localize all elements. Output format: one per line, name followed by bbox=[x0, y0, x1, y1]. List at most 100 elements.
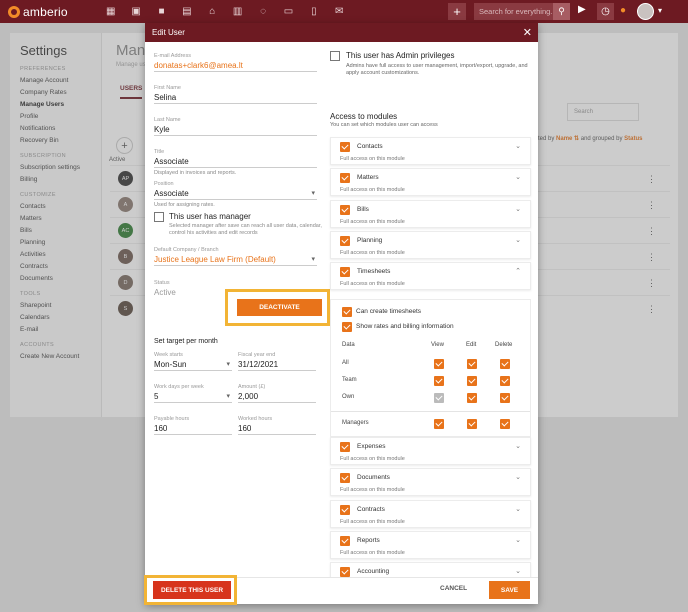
quick-add-button[interactable]: + bbox=[448, 3, 466, 20]
contacts-icon[interactable]: ▣ bbox=[123, 5, 148, 18]
cancel-button[interactable]: CANCEL bbox=[440, 585, 467, 592]
calendar-icon[interactable]: ▥ bbox=[225, 5, 250, 18]
company-value-box[interactable]: Justice League Law Firm (Default) ▾ bbox=[154, 253, 317, 266]
permission-checkbox[interactable] bbox=[434, 359, 444, 369]
module-checkbox[interactable] bbox=[340, 535, 350, 546]
title-field[interactable]: Title Associate Displayed in invoices an… bbox=[154, 149, 317, 176]
worked-hours-field[interactable]: Worked hours 160 bbox=[238, 416, 316, 435]
permission-checkbox[interactable] bbox=[500, 359, 510, 369]
chevron-down-icon[interactable]: ▾ bbox=[658, 6, 662, 15]
bell-icon[interactable]: ● bbox=[620, 5, 626, 16]
whatsapp-icon[interactable]: ◌ bbox=[250, 5, 275, 18]
payable-value[interactable]: 160 bbox=[154, 422, 232, 435]
admin-checkbox[interactable] bbox=[330, 51, 340, 61]
module-checkbox[interactable] bbox=[340, 473, 350, 484]
chevron-up-icon[interactable]: ⌃ bbox=[515, 267, 521, 275]
week-starts-box[interactable]: Mon-Sun ▾ bbox=[154, 358, 232, 371]
delete-user-button[interactable]: DELETE THIS USER bbox=[153, 581, 231, 599]
module-checkbox[interactable] bbox=[340, 267, 350, 278]
folder-icon[interactable]: ▭ bbox=[276, 5, 301, 18]
chevron-down-icon[interactable]: ⌄ bbox=[515, 473, 521, 481]
week-starts-select[interactable]: Week starts Mon-Sun ▾ bbox=[154, 352, 232, 371]
search-icon[interactable]: ⚲ bbox=[553, 3, 570, 20]
caret-down-icon[interactable]: ▾ bbox=[226, 360, 230, 368]
caret-down-icon[interactable]: ▾ bbox=[311, 189, 315, 197]
module-icon-bar: ▦ ▣ ■ ▤ ⌂ ▥ ◌ ▭ ▯ ✉ bbox=[98, 5, 352, 18]
first-name-field[interactable]: First Name Selina bbox=[154, 85, 317, 104]
user-avatar[interactable] bbox=[637, 3, 654, 20]
bank-icon[interactable]: ⌂ bbox=[200, 5, 225, 18]
module-card[interactable]: Planning Full access on this module ⌄ bbox=[330, 230, 531, 259]
fiscal-value[interactable]: 31/12/2021 bbox=[238, 358, 316, 371]
module-card[interactable]: Reports Full access on this module ⌄ bbox=[330, 530, 531, 559]
user-details-column: E-mail Address donatas+clark6@amea.lt Fi… bbox=[145, 42, 330, 577]
save-button[interactable]: SAVE bbox=[489, 581, 530, 599]
module-checkbox[interactable] bbox=[340, 504, 350, 515]
grid-icon[interactable]: ▦ bbox=[98, 5, 123, 18]
document-icon[interactable]: ▯ bbox=[301, 5, 326, 18]
manager-checkbox[interactable] bbox=[154, 212, 164, 222]
module-access-text: Full access on this module bbox=[340, 218, 405, 225]
work-days-value: 5 bbox=[154, 392, 159, 401]
email-value[interactable]: donatas+clark6@amea.lt bbox=[154, 59, 317, 72]
permission-checkbox[interactable] bbox=[500, 376, 510, 386]
company-select[interactable]: Default Company / Branch Justice League … bbox=[154, 247, 317, 266]
chevron-down-icon[interactable]: ⌄ bbox=[515, 142, 521, 150]
briefcase-icon[interactable]: ■ bbox=[149, 5, 174, 18]
first-name-value[interactable]: Selina bbox=[154, 91, 317, 104]
worked-value[interactable]: 160 bbox=[238, 422, 316, 435]
timer-icon[interactable]: ◷ bbox=[597, 3, 614, 20]
chevron-down-icon[interactable]: ⌄ bbox=[515, 205, 521, 213]
module-card[interactable]: Expenses Full access on this module ⌄ bbox=[330, 437, 531, 465]
chevron-down-icon[interactable]: ⌄ bbox=[515, 173, 521, 181]
manager-permission-checkbox[interactable] bbox=[434, 419, 444, 429]
mail-icon[interactable]: ✉ bbox=[327, 5, 352, 18]
permission-checkbox[interactable] bbox=[467, 359, 477, 369]
module-checkbox[interactable] bbox=[340, 567, 350, 578]
chevron-down-icon[interactable]: ⌄ bbox=[515, 236, 521, 244]
email-field[interactable]: E-mail Address donatas+clark6@amea.lt bbox=[154, 53, 317, 72]
module-card[interactable]: Contracts Full access on this module ⌄ bbox=[330, 499, 531, 528]
permission-checkbox[interactable] bbox=[467, 376, 477, 386]
manager-permission-checkbox[interactable] bbox=[467, 419, 477, 429]
module-checkbox[interactable] bbox=[340, 204, 350, 215]
show-rates-checkbox[interactable] bbox=[342, 322, 352, 332]
position-select[interactable]: Position Associate ▾ Used for assigning … bbox=[154, 181, 317, 208]
bill-icon[interactable]: ▤ bbox=[174, 5, 199, 18]
chevron-down-icon[interactable]: ⌄ bbox=[515, 442, 521, 450]
module-checkbox[interactable] bbox=[340, 142, 350, 152]
module-card[interactable]: Matters Full access on this module ⌄ bbox=[330, 168, 531, 197]
manager-label: This user has manager bbox=[169, 212, 251, 221]
module-card[interactable]: Timesheets Full access on this module ⌃ bbox=[330, 262, 531, 291]
play-icon[interactable]: ▶ bbox=[578, 4, 586, 15]
module-card[interactable]: Bills Full access on this module ⌄ bbox=[330, 199, 531, 228]
work-days-select[interactable]: Work days per week 5 ▾ bbox=[154, 384, 232, 403]
amount-value[interactable]: 2,000 bbox=[238, 390, 316, 403]
can-create-timesheets-checkbox[interactable] bbox=[342, 307, 352, 317]
module-card[interactable]: Documents Full access on this module ⌄ bbox=[330, 468, 531, 497]
permission-checkbox[interactable] bbox=[467, 393, 477, 403]
fiscal-year-field[interactable]: Fiscal year end 31/12/2021 bbox=[238, 352, 316, 371]
position-value-box[interactable]: Associate ▾ bbox=[154, 187, 317, 200]
close-icon[interactable]: ✕ bbox=[523, 26, 532, 39]
module-checkbox[interactable] bbox=[340, 442, 350, 452]
module-card[interactable]: Contacts Full access on this module ⌄ bbox=[330, 137, 531, 165]
module-checkbox[interactable] bbox=[340, 235, 350, 246]
permission-checkbox[interactable] bbox=[434, 376, 444, 386]
permission-checkbox[interactable] bbox=[500, 393, 510, 403]
payable-hours-field[interactable]: Payable hours 160 bbox=[154, 416, 232, 435]
deactivate-button[interactable]: DEACTIVATE bbox=[237, 299, 322, 316]
last-name-field[interactable]: Last Name Kyle bbox=[154, 117, 317, 136]
amount-field[interactable]: Amount (£) 2,000 bbox=[238, 384, 316, 403]
caret-down-icon[interactable]: ▾ bbox=[226, 392, 230, 400]
module-checkbox[interactable] bbox=[340, 173, 350, 184]
last-name-value[interactable]: Kyle bbox=[154, 123, 317, 136]
manager-permission-checkbox[interactable] bbox=[500, 419, 510, 429]
chevron-down-icon[interactable]: ⌄ bbox=[515, 536, 521, 544]
chevron-down-icon[interactable]: ⌄ bbox=[515, 567, 521, 575]
amberio-logo[interactable]: amberio bbox=[8, 5, 68, 19]
title-value[interactable]: Associate bbox=[154, 155, 317, 168]
work-days-box[interactable]: 5 ▾ bbox=[154, 390, 232, 403]
caret-down-icon[interactable]: ▾ bbox=[311, 255, 315, 263]
chevron-down-icon[interactable]: ⌄ bbox=[515, 505, 521, 513]
